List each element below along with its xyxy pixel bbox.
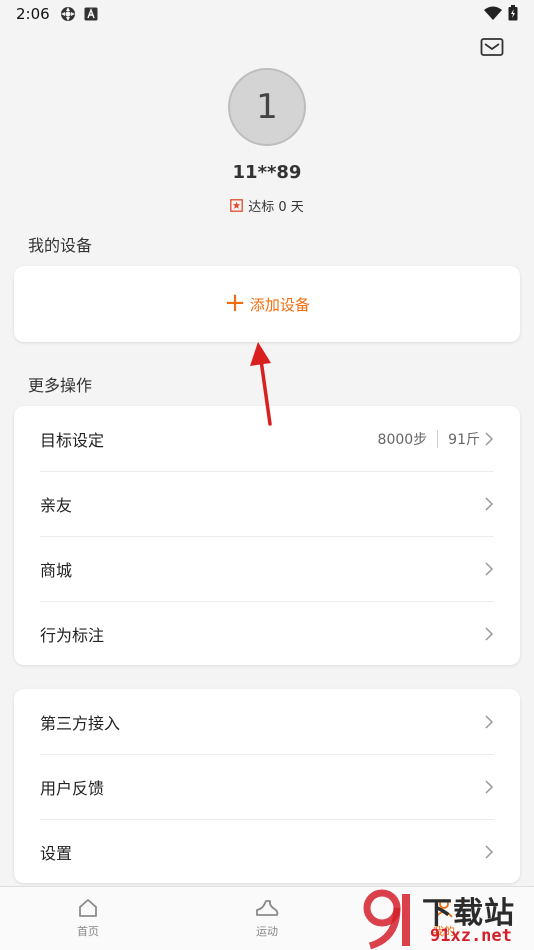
chevron-right-icon — [485, 561, 494, 576]
list-item-behavior-annotation[interactable]: 行为标注 — [14, 601, 520, 666]
list-item-friends[interactable]: 亲友 — [14, 471, 520, 536]
friends-label: 亲友 — [40, 495, 73, 515]
home-icon — [79, 899, 97, 917]
watermark-url: 91xz.net — [430, 926, 512, 946]
goal-values: 8000步 91斤 — [378, 429, 494, 449]
settings-label: 设置 — [40, 843, 73, 863]
sync-icon — [61, 7, 75, 21]
goal-weight: 91斤 — [448, 431, 480, 448]
chevron-right-icon — [485, 844, 494, 859]
plus-icon: + — [224, 287, 246, 318]
streak-label: 达标 0 天 — [248, 200, 304, 215]
add-device-button[interactable]: + 添加设备 — [14, 266, 520, 342]
chevron-right-icon — [485, 714, 494, 729]
avatar[interactable]: 1 — [228, 68, 306, 146]
nav-sport-label: 运动 — [256, 925, 278, 938]
mail-icon — [480, 38, 504, 56]
list-item-settings[interactable]: 设置 — [14, 819, 520, 884]
streak-info: 达标 0 天 — [0, 196, 534, 215]
badge-icon — [230, 199, 244, 212]
list-item-goal-setting[interactable]: 目标设定 8000步 91斤 — [14, 406, 520, 471]
more-actions-card: 目标设定 8000步 91斤 亲友 商城 行为标注 — [14, 406, 520, 665]
chevron-right-icon — [485, 626, 494, 641]
nav-item-home[interactable]: 首页 — [58, 897, 118, 939]
list-item-mall[interactable]: 商城 — [14, 536, 520, 601]
chevron-right-icon — [485, 431, 494, 446]
status-icons-left — [60, 6, 98, 22]
watermark: 下载站 91xz.net — [360, 888, 534, 950]
mall-label: 商城 — [40, 560, 73, 580]
status-icons-right — [484, 5, 518, 21]
nav-item-sport[interactable]: 运动 — [237, 897, 297, 939]
watermark-logo-icon — [363, 889, 410, 950]
screen: 2:06 1 11**89 达标 0 天 我的设备 + 添加设备 更多操作 目标… — [0, 0, 534, 950]
chevron-right-icon — [485, 496, 494, 511]
feedback-label: 用户反馈 — [40, 778, 105, 798]
add-device-label: 添加设备 — [249, 295, 310, 314]
behavior-annotation-label: 行为标注 — [40, 625, 105, 645]
third-party-label: 第三方接入 — [40, 713, 121, 733]
nav-home-label: 首页 — [77, 925, 99, 938]
misc-card: 第三方接入 用户反馈 设置 — [14, 689, 520, 883]
mail-button[interactable] — [480, 37, 504, 59]
list-item-feedback[interactable]: 用户反馈 — [14, 754, 520, 819]
shoe-icon — [256, 900, 279, 916]
text-a-icon — [84, 7, 98, 21]
status-time: 2:06 — [16, 5, 50, 23]
status-bar: 2:06 — [0, 0, 534, 28]
wifi-icon — [484, 6, 502, 20]
goal-steps: 8000步 — [377, 431, 428, 448]
devices-section-title: 我的设备 — [28, 236, 93, 255]
list-item-third-party[interactable]: 第三方接入 — [14, 689, 520, 754]
battery-icon — [508, 5, 518, 21]
username: 11**89 — [232, 162, 302, 183]
more-section-title: 更多操作 — [28, 376, 93, 395]
chevron-right-icon — [485, 779, 494, 794]
divider — [437, 429, 439, 448]
goal-setting-label: 目标设定 — [40, 430, 105, 450]
avatar-initial: 1 — [256, 87, 278, 127]
